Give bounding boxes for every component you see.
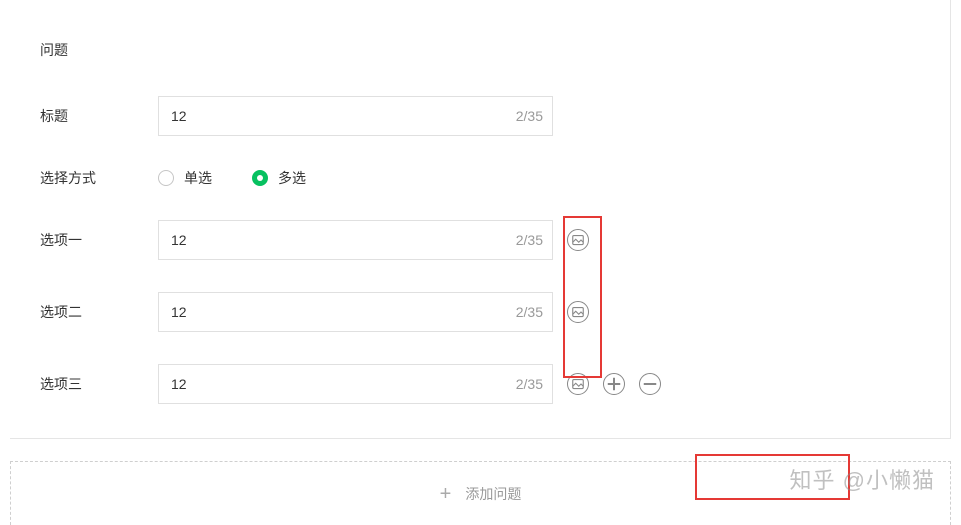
add-question-panel: + 添加问题: [10, 461, 951, 525]
image-icon[interactable]: [567, 229, 589, 251]
option2-actions: [567, 301, 589, 323]
option1-counter: 2/35: [516, 232, 543, 248]
option3-input-wrap: 2/35: [158, 364, 553, 404]
option1-input-wrap: 2/35: [158, 220, 553, 260]
image-icon[interactable]: [567, 373, 589, 395]
option2-label: 选项二: [40, 302, 158, 322]
question-heading-row: 问题: [40, 40, 920, 60]
title-row: 标题 2/35: [40, 96, 920, 136]
select-mode-label: 选择方式: [40, 168, 158, 188]
plus-icon: +: [440, 484, 452, 504]
radio-group: 单选 多选: [158, 168, 306, 188]
option-row: 选项二 2/35: [40, 292, 920, 332]
question-label: 问题: [40, 40, 158, 60]
option-row: 选项一 2/35: [40, 220, 920, 260]
image-icon[interactable]: [567, 301, 589, 323]
title-input-wrap: 2/35: [158, 96, 553, 136]
option1-label: 选项一: [40, 230, 158, 250]
remove-option-button[interactable]: [639, 373, 661, 395]
option1-actions: [567, 229, 589, 251]
option-row: 选项三 2/35: [40, 364, 920, 404]
add-option-button[interactable]: [603, 373, 625, 395]
select-mode-row: 选择方式 单选 多选: [40, 168, 920, 188]
radio-single[interactable]: 单选: [158, 168, 212, 188]
radio-single-label: 单选: [184, 168, 212, 188]
add-question-label: 添加问题: [465, 484, 521, 504]
option3-label: 选项三: [40, 374, 158, 394]
title-input[interactable]: [158, 96, 553, 136]
radio-icon: [158, 170, 174, 186]
add-question-button[interactable]: + 添加问题: [404, 474, 558, 514]
question-panel: 问题 标题 2/35 选择方式 单选 多选 选项一 2/35: [10, 0, 951, 439]
option2-input[interactable]: [158, 292, 553, 332]
option2-input-wrap: 2/35: [158, 292, 553, 332]
option1-input[interactable]: [158, 220, 553, 260]
option3-actions: [567, 373, 661, 395]
radio-icon: [252, 170, 268, 186]
option3-counter: 2/35: [516, 376, 543, 392]
option2-counter: 2/35: [516, 304, 543, 320]
title-label: 标题: [40, 106, 158, 126]
option3-input[interactable]: [158, 364, 553, 404]
radio-multi[interactable]: 多选: [252, 168, 306, 188]
title-counter: 2/35: [516, 108, 543, 124]
radio-multi-label: 多选: [278, 168, 306, 188]
